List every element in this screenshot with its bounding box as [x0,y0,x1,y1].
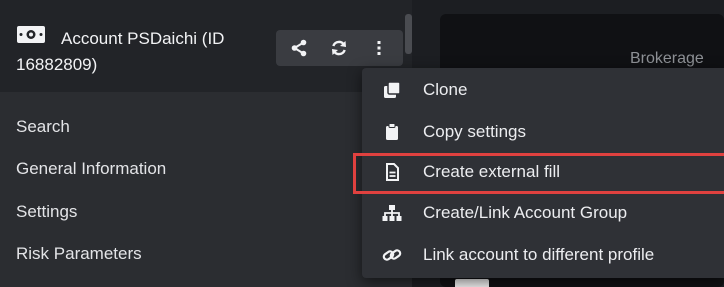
file-icon [382,162,402,182]
account-header: Account PSDaichi (ID 16882809) [0,0,412,92]
clipboard-icon [382,122,402,142]
clone-icon [382,80,402,100]
sidebar-item-search[interactable]: Search [16,117,70,137]
menu-item-clone[interactable]: Clone [362,70,724,110]
app-root: Account PSDaichi (ID 16882809) Search Ge… [0,0,724,287]
menu-item-create-external-fill[interactable]: Create external fill [353,152,724,194]
menu-item-label: Create/Link Account Group [423,203,628,222]
sitemap-icon [382,203,402,223]
account-title: Account PSDaichi (ID 16882809) [16,29,225,74]
refresh-button[interactable] [320,30,358,66]
share-icon [291,39,307,57]
refresh-icon [332,40,346,56]
account-sidebar: Account PSDaichi (ID 16882809) Search Ge… [0,0,412,287]
sidebar-item-general-information[interactable]: General Information [16,159,166,179]
sidebar-item-risk-parameters[interactable]: Risk Parameters [16,244,142,264]
menu-item-copy-settings[interactable]: Copy settings [362,112,724,152]
content-control-stub[interactable] [455,279,489,287]
brokerage-heading: Brokerage [630,50,704,67]
account-actions-menu: Clone Copy settings Create external fill [353,68,724,278]
menu-item-label: Link account to different profile [423,245,655,264]
menu-item-label: Clone [423,80,468,99]
menu-item-create-link-account-group[interactable]: Create/Link Account Group [362,193,724,233]
sidebar-scrollbar[interactable] [405,14,412,54]
share-button[interactable] [280,30,318,66]
link-icon [382,245,402,265]
more-options-button[interactable] [360,30,398,66]
menu-item-label: Create external fill [423,162,561,181]
menu-item-link-account-profile[interactable]: Link account to different profile [362,235,724,275]
sidebar-item-settings[interactable]: Settings [16,202,77,222]
menu-item-label: Copy settings [423,122,526,141]
header-toolbar [276,30,403,66]
more-vertical-icon [377,41,381,55]
